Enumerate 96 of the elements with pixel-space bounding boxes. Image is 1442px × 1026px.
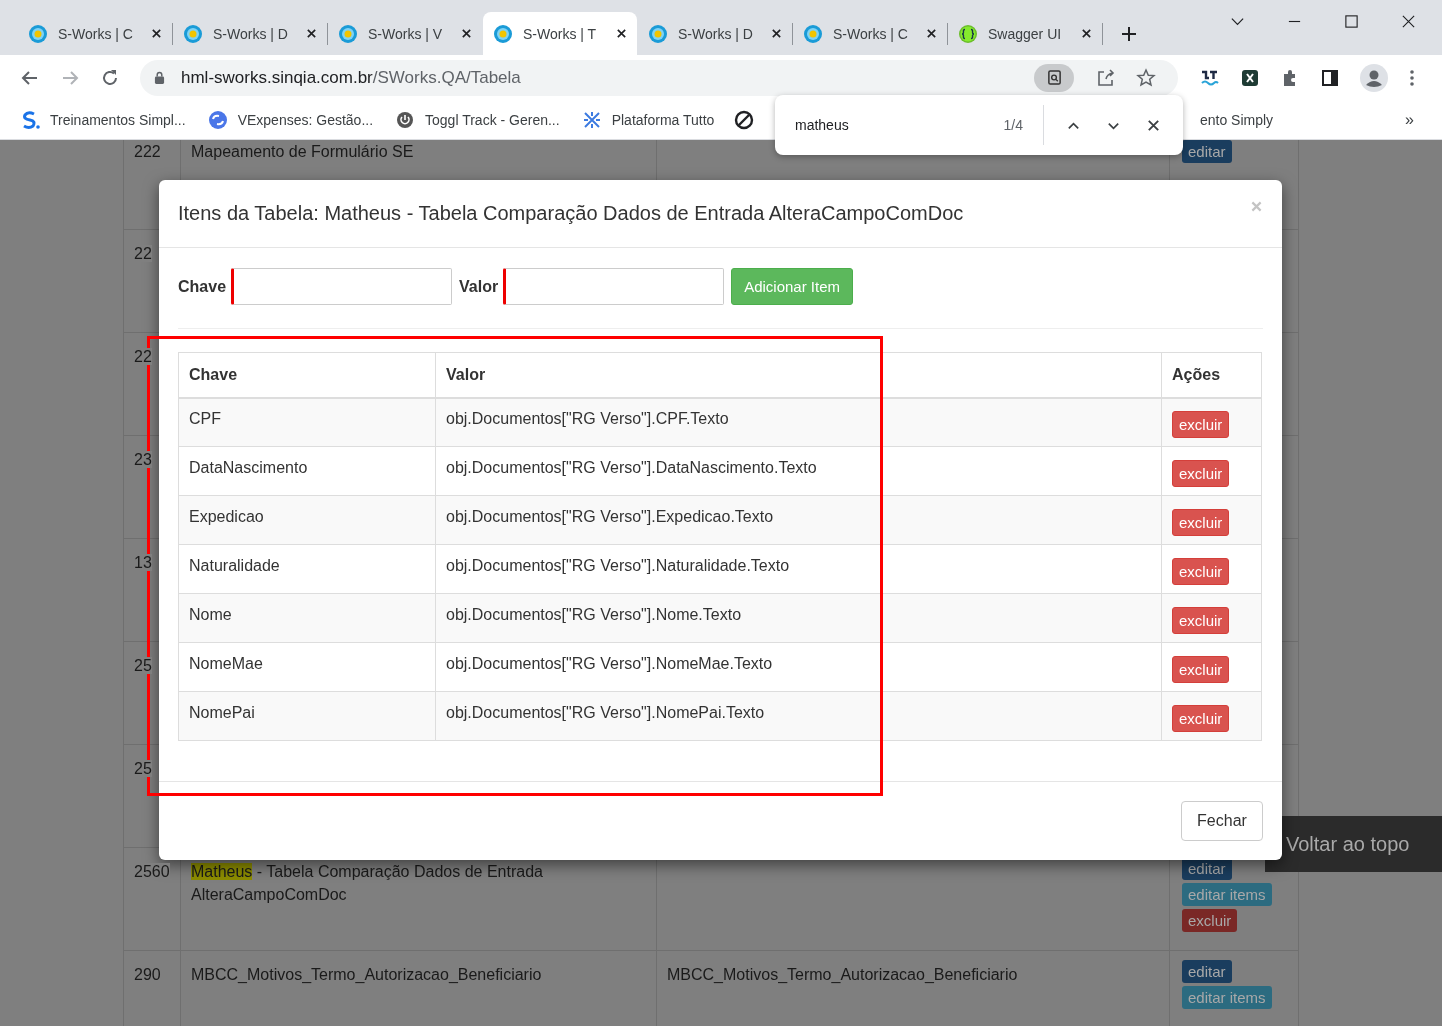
table-cell: obj.Documentos["RG Verso"].Nome.Texto bbox=[446, 606, 742, 623]
table-cell: NomeMae bbox=[189, 655, 263, 672]
power-icon bbox=[395, 109, 416, 130]
modal-title: Itens da Tabela: Matheus - Tabela Comparação Dados de Entrada AlteraCampoComDoc bbox=[178, 202, 964, 225]
new-tab-icon[interactable] bbox=[1121, 25, 1137, 42]
table-cell: obj.Documentos["RG Verso"].DataNascimento.Texto bbox=[446, 459, 817, 476]
braces-icon bbox=[958, 23, 978, 44]
browser-tab[interactable]: S-Works | C bbox=[793, 12, 947, 55]
table-cell: 25 bbox=[134, 760, 152, 777]
close-icon[interactable] bbox=[1081, 28, 1092, 39]
table-cell: Expedicao bbox=[189, 508, 264, 525]
column-header: Chave bbox=[189, 365, 238, 383]
delete-button[interactable]: excluir bbox=[1172, 704, 1230, 732]
column-header: Ações bbox=[1172, 365, 1221, 383]
field-label: Chave bbox=[178, 277, 227, 296]
delete-button[interactable]: excluir bbox=[1172, 459, 1230, 487]
table-cell-text: MBCC_Motivos_Termo_Autorizacao_Beneficiario bbox=[191, 965, 543, 985]
find-button[interactable] bbox=[1034, 63, 1074, 92]
circle-icon bbox=[183, 23, 203, 44]
table-cell: Naturalidade bbox=[189, 557, 280, 574]
star-icon[interactable] bbox=[1136, 67, 1156, 88]
circle-icon bbox=[28, 23, 48, 44]
circle-icon bbox=[338, 23, 358, 44]
delete-button[interactable]: excluir bbox=[1172, 655, 1230, 683]
table-cell: obj.Documentos["RG Verso"].NomePai.Texto bbox=[446, 704, 765, 721]
browser-tab[interactable]: S-Works | T bbox=[483, 12, 637, 55]
table-cell-text: Mapeamento de Formulário SE bbox=[191, 142, 415, 162]
delete-button[interactable]: excluir bbox=[1172, 557, 1230, 585]
table-cell: DataNascimento bbox=[189, 459, 308, 476]
bookmark[interactable]: Plataforma Tutto bbox=[581, 109, 715, 130]
close-icon[interactable] bbox=[771, 28, 782, 39]
column-header: Valor bbox=[446, 365, 486, 383]
delete-button[interactable]: excluir bbox=[1172, 606, 1230, 634]
table-cell: 22 bbox=[134, 245, 152, 262]
table-cell: MBCC_Motivos_Termo_Autorizacao_Beneficiario bbox=[667, 966, 1018, 983]
url-text: hml-sworks.sinqia.com.br/SWorks.QA/Tabela bbox=[181, 67, 521, 88]
table-cell: obj.Documentos["RG Verso"].Naturalidade.Texto bbox=[446, 557, 790, 574]
blocked-icon[interactable] bbox=[734, 109, 755, 130]
table-cell: 25 bbox=[134, 657, 152, 674]
table-cell: NomePai bbox=[189, 704, 255, 721]
table-cell: obj.Documentos["RG Verso"].Expedicao.Texto bbox=[446, 508, 774, 525]
close-icon[interactable] bbox=[1146, 117, 1161, 133]
maximize-icon[interactable] bbox=[1344, 14, 1359, 29]
reload-icon[interactable] bbox=[100, 67, 120, 88]
more-bookmarks-button[interactable]: » bbox=[1405, 110, 1414, 129]
circle-icon bbox=[648, 23, 668, 44]
close-icon[interactable] bbox=[306, 28, 317, 39]
close-icon[interactable] bbox=[1401, 14, 1416, 29]
close-icon[interactable] bbox=[151, 28, 162, 39]
table-cell: 222 bbox=[134, 143, 161, 160]
back-to-top-button[interactable]: Voltar ao topo bbox=[1265, 816, 1442, 872]
input-field[interactable] bbox=[231, 268, 453, 305]
address-bar[interactable]: hml-sworks.sinqia.com.br/SWorks.QA/Tabela bbox=[140, 59, 1178, 96]
profile-icon[interactable] bbox=[1360, 63, 1388, 92]
find-in-page-icon bbox=[1046, 70, 1062, 85]
row-action-button[interactable]: excluir bbox=[1182, 909, 1238, 932]
browser-tab[interactable]: S-Works | C bbox=[18, 12, 172, 55]
table-cell-text: Matheus - Tabela Comparação Dados de Entrada AlteraCampoComDoc bbox=[191, 862, 544, 905]
bookmark[interactable]: Toggl Track - Geren... bbox=[395, 109, 560, 130]
curve-icon bbox=[20, 109, 40, 130]
table-cell: 2560 bbox=[134, 863, 170, 880]
table-cell: 22 bbox=[134, 348, 152, 365]
close-icon[interactable] bbox=[461, 28, 472, 39]
spreadsheet-icon[interactable] bbox=[1240, 67, 1260, 88]
circle-icon bbox=[493, 23, 513, 44]
circle-icon bbox=[803, 23, 823, 44]
browser-tab[interactable]: S-Works | V bbox=[328, 12, 482, 55]
field-label: Valor bbox=[459, 277, 499, 296]
delete-button[interactable]: excluir bbox=[1172, 410, 1230, 438]
match-count: 1/4 bbox=[1003, 117, 1023, 133]
cross-icon bbox=[581, 109, 602, 130]
browser-tab[interactable]: S-Works | D bbox=[638, 12, 792, 55]
table-cell: Nome bbox=[189, 606, 232, 623]
browser-tab[interactable]: Swagger UI bbox=[948, 12, 1102, 55]
table-cell: 290 bbox=[134, 966, 161, 983]
close-icon[interactable] bbox=[616, 28, 627, 39]
bookmark[interactable]: Treinamentos Simpl... bbox=[20, 109, 186, 130]
search-query[interactable]: matheus bbox=[795, 117, 849, 133]
side-panel-icon[interactable] bbox=[1320, 67, 1340, 88]
bookmark[interactable]: VExpenses: Gestão... bbox=[207, 109, 374, 130]
table-cell: obj.Documentos["RG Verso"].NomeMae.Texto bbox=[446, 655, 773, 672]
delete-button[interactable]: excluir bbox=[1172, 508, 1230, 536]
share-icon[interactable] bbox=[1096, 67, 1116, 88]
close-button[interactable]: Fechar bbox=[1181, 801, 1263, 841]
table-cell: 23 bbox=[134, 451, 152, 468]
lock-icon bbox=[154, 71, 165, 84]
close-icon[interactable] bbox=[926, 28, 937, 39]
browser-tab[interactable]: S-Works | D bbox=[173, 12, 327, 55]
sync-icon bbox=[207, 109, 228, 130]
table-cell: 13 bbox=[134, 554, 152, 571]
bookmark[interactable]: ento Simply bbox=[1199, 111, 1274, 128]
table-cell: CPF bbox=[189, 410, 221, 428]
row-action-button[interactable]: editar bbox=[1182, 140, 1232, 163]
row-action-button[interactable]: editar bbox=[1182, 960, 1232, 983]
table-cell: obj.Documentos["RG Verso"].CPF.Texto bbox=[446, 410, 729, 428]
input-field[interactable] bbox=[503, 268, 725, 305]
